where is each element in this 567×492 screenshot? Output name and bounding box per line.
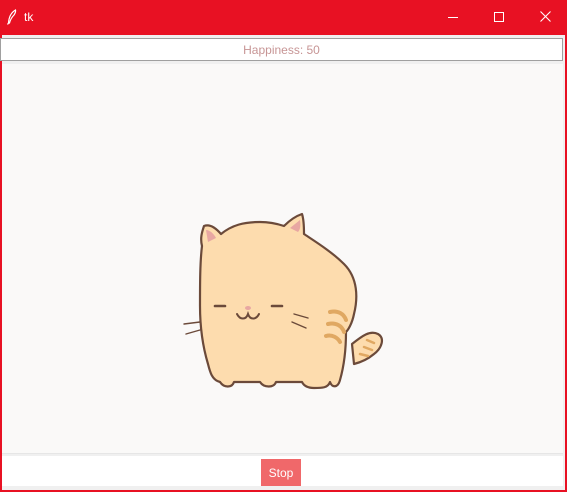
maximize-icon — [494, 9, 504, 27]
minimize-icon — [448, 9, 458, 27]
feather-icon — [6, 9, 18, 25]
maximize-button[interactable] — [476, 0, 522, 35]
title-bar[interactable]: tk — [0, 0, 567, 35]
happiness-label: Happiness: 50 — [0, 38, 563, 61]
stop-button[interactable]: Stop — [261, 459, 301, 486]
window-title: tk — [24, 10, 34, 24]
close-icon — [539, 9, 551, 27]
happiness-text: Happiness: 50 — [243, 42, 320, 57]
close-button[interactable] — [522, 0, 567, 35]
pet-canvas — [2, 64, 563, 454]
control-bar: Stop — [2, 456, 563, 486]
minimize-button[interactable] — [430, 0, 476, 35]
app-window: tk Happiness: 50 Stop — [0, 0, 567, 492]
cat-illustration — [182, 202, 386, 406]
